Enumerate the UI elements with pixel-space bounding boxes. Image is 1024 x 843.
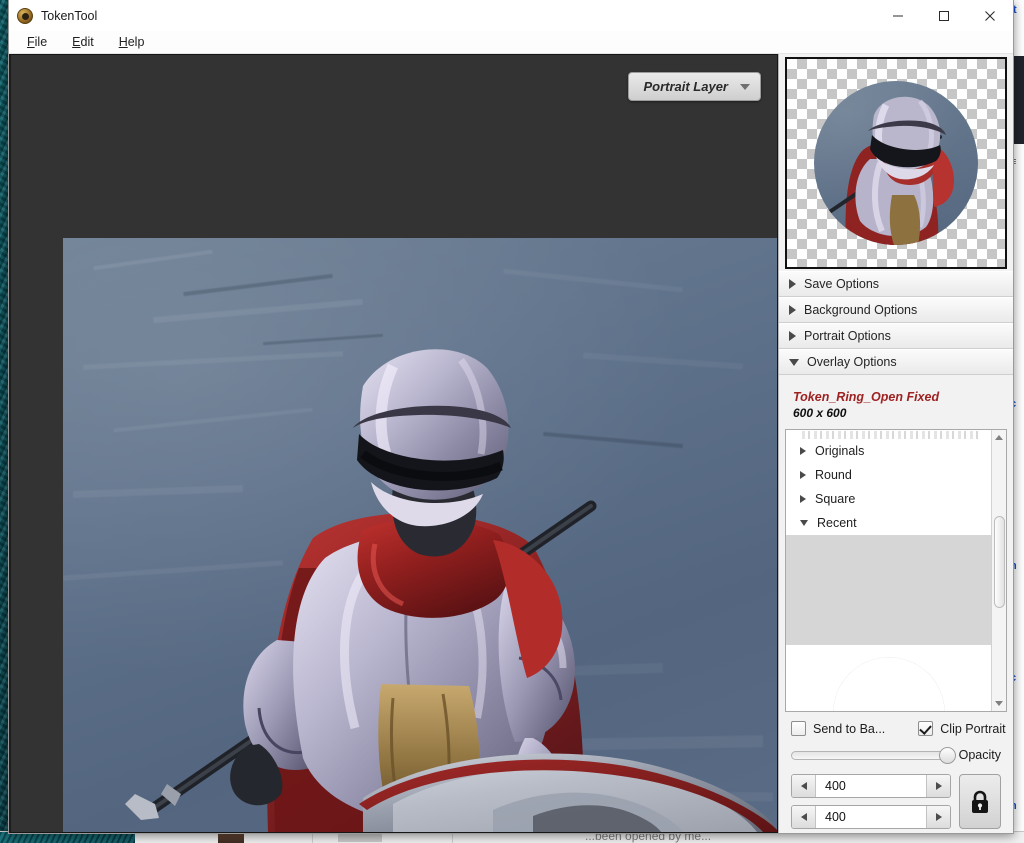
section-background-options-label: Background Options (804, 303, 917, 317)
menu-rest-help: elp (128, 35, 145, 49)
close-button[interactable] (967, 0, 1013, 31)
tree-item-square[interactable]: Square (786, 487, 991, 511)
triangle-right-icon (789, 279, 796, 289)
options-panel: Save Options Background Options Portrait… (778, 54, 1013, 833)
tree-item-clipped-ghost (802, 431, 981, 439)
gold-ring-icon (833, 544, 945, 645)
menu-accel-edit: E (72, 35, 80, 49)
height-spinner[interactable]: 400 (791, 805, 951, 829)
scrollbar-thumb[interactable] (994, 516, 1005, 608)
menu-accel-help: H (119, 35, 128, 49)
menu-item-file[interactable]: File (27, 33, 59, 51)
section-portrait-options-label: Portrait Options (804, 329, 891, 343)
opacity-slider[interactable] (791, 751, 950, 760)
section-save-options-label: Save Options (804, 277, 879, 291)
tokentool-window: TokenTool File Edit Help (8, 0, 1014, 834)
minimize-button[interactable] (875, 0, 921, 31)
triangle-right-icon (789, 305, 796, 315)
window-controls (875, 0, 1013, 31)
arrow-left-icon (801, 813, 807, 821)
height-increment-button[interactable] (926, 806, 950, 828)
arrow-left-icon (801, 782, 807, 790)
stone-ring-icon (833, 657, 945, 711)
width-spinner[interactable]: 400 (791, 774, 951, 798)
stone-ring-overlay-thumbnail[interactable] (786, 645, 991, 711)
tree-item-recent[interactable]: Recent (786, 511, 991, 535)
overlay-checkbox-row: Send to Ba... Clip Portrait (791, 721, 1007, 736)
chevron-up-icon (995, 435, 1003, 440)
section-overlay-options-label: Overlay Options (807, 355, 897, 369)
section-portrait-options[interactable]: Portrait Options (779, 323, 1013, 349)
app-icon (17, 8, 33, 24)
menu-rest-edit: dit (81, 35, 94, 49)
title-bar: TokenTool (9, 0, 1013, 31)
overlay-browser[interactable]: Originals Round Square Recent (785, 429, 1007, 712)
triangle-right-icon (789, 331, 796, 341)
menu-item-help[interactable]: Help (119, 33, 157, 51)
chevron-down-icon (995, 701, 1003, 706)
arrow-right-icon (936, 782, 942, 790)
send-to-back-checkbox[interactable] (791, 721, 806, 736)
aspect-lock-button[interactable] (959, 774, 1001, 829)
portrait-artwork[interactable] (63, 238, 778, 832)
width-decrement-button[interactable] (792, 775, 816, 797)
triangle-right-icon (800, 495, 806, 503)
triangle-down-icon (800, 520, 808, 526)
token-preview[interactable] (785, 57, 1007, 269)
opacity-row: Opacity (791, 748, 1007, 762)
layer-select-button[interactable]: Portrait Layer (628, 72, 761, 101)
selected-overlay-dimensions: 600 x 600 (793, 406, 1007, 420)
tree-item-clipped[interactable] (786, 430, 991, 439)
section-overlay-options[interactable]: Overlay Options (779, 349, 1013, 375)
gold-ring-overlay-thumbnail[interactable] (786, 535, 991, 645)
lock-closed-icon (969, 789, 991, 815)
width-value[interactable]: 400 (816, 775, 926, 797)
height-value[interactable]: 400 (816, 806, 926, 828)
window-title: TokenTool (41, 9, 97, 23)
triangle-down-icon (789, 359, 799, 366)
triangle-right-icon (800, 447, 806, 455)
canvas-area[interactable]: Portrait Layer (9, 54, 778, 833)
opacity-label: Opacity (959, 748, 1001, 762)
bg-strip-chip (338, 834, 382, 842)
scroll-up-button[interactable] (992, 430, 1007, 445)
clip-portrait-label: Clip Portrait (940, 722, 1005, 736)
menu-rest-file: ile (35, 35, 48, 49)
arrow-right-icon (936, 813, 942, 821)
selected-overlay-name: Token_Ring_Open Fixed (793, 390, 1007, 404)
overlay-tree-column: Originals Round Square Recent (786, 430, 991, 711)
size-controls: 400 400 (791, 774, 1007, 829)
width-increment-button[interactable] (926, 775, 950, 797)
scroll-down-button[interactable] (992, 696, 1007, 711)
token-preview-ring (797, 64, 995, 262)
maximize-button[interactable] (921, 0, 967, 31)
triangle-right-icon (800, 471, 806, 479)
tree-item-round[interactable]: Round (786, 463, 991, 487)
window-body: Portrait Layer (9, 54, 1013, 833)
tree-item-originals-label: Originals (815, 444, 864, 458)
section-background-options[interactable]: Background Options (779, 297, 1013, 323)
overlay-options-body: Token_Ring_Open Fixed 600 x 600 Original… (779, 375, 1013, 833)
tree-item-recent-label: Recent (817, 516, 857, 530)
layer-select-label: Portrait Layer (643, 79, 728, 94)
overlay-browser-scrollbar[interactable] (991, 430, 1006, 711)
section-save-options[interactable]: Save Options (779, 271, 1013, 297)
chevron-down-icon (740, 84, 750, 90)
menu-item-edit[interactable]: Edit (72, 33, 106, 51)
opacity-slider-thumb[interactable] (939, 747, 956, 764)
send-to-back-label: Send to Ba... (813, 722, 885, 736)
tree-item-square-label: Square (815, 492, 855, 506)
size-spinner-column: 400 400 (791, 774, 951, 829)
height-decrement-button[interactable] (792, 806, 816, 828)
token-preview-image (797, 64, 995, 262)
knight-figure (63, 238, 778, 832)
menu-accel-file: F (27, 35, 35, 49)
tree-item-round-label: Round (815, 468, 852, 482)
tree-item-originals[interactable]: Originals (786, 439, 991, 463)
menu-bar: File Edit Help (9, 31, 1013, 54)
clip-portrait-checkbox[interactable] (918, 721, 933, 736)
